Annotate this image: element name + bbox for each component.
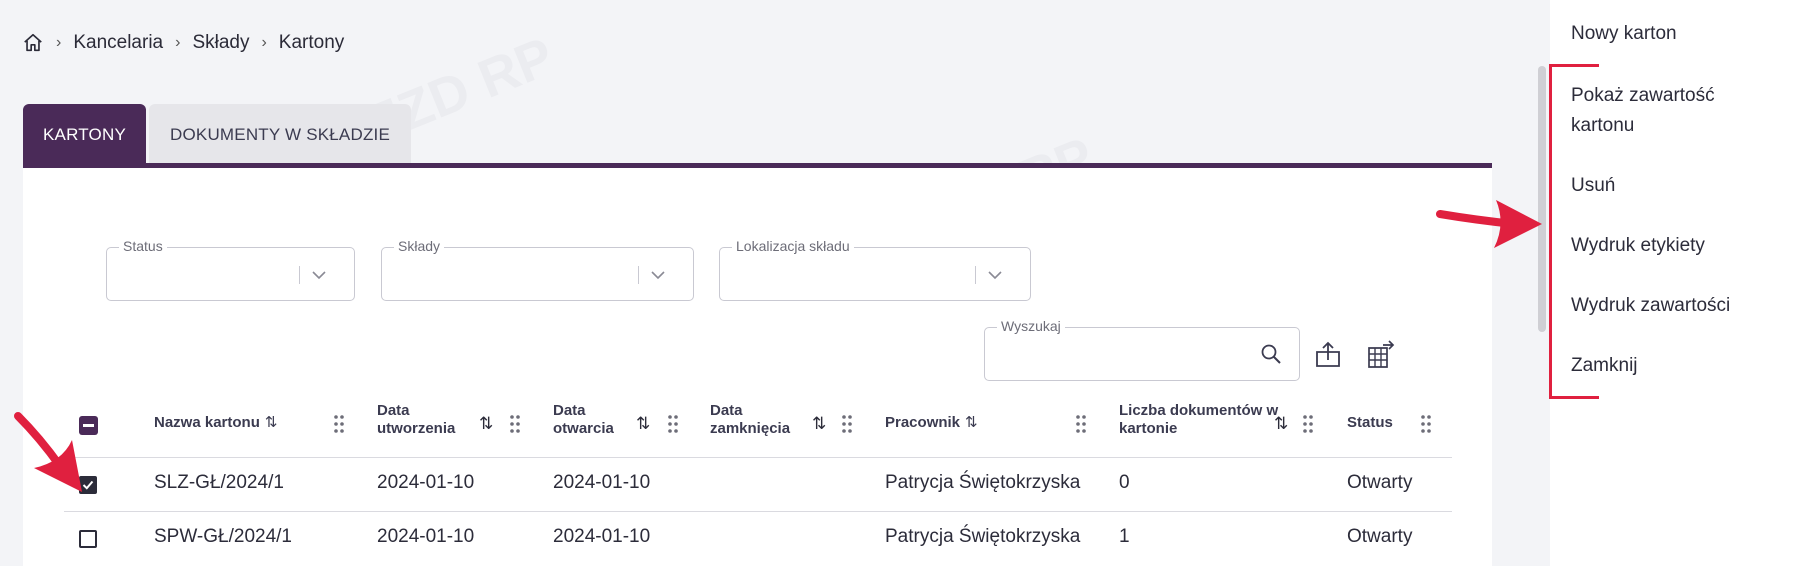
cell-liczba-dokumentow: 1: [1119, 526, 1130, 547]
cell-data-utworzenia: 2024-01-10: [377, 526, 475, 547]
column-header-nazwa-kartonu[interactable]: Nazwa kartonu ⇅: [154, 414, 304, 432]
breadcrumb-item-sklady[interactable]: Składy: [192, 32, 249, 54]
cell-status: Otwarty: [1347, 472, 1413, 493]
home-icon[interactable]: [22, 32, 44, 54]
sort-icon[interactable]: ⇅: [636, 414, 650, 434]
select-divider: [638, 266, 639, 284]
column-header-label: Data utworzenia: [377, 402, 456, 437]
chevron-down-icon[interactable]: [987, 267, 1003, 283]
breadcrumb: › Kancelaria › Składy › Kartony: [22, 28, 344, 58]
column-header-label: Data zamknięcia: [710, 402, 791, 437]
select-divider: [299, 266, 300, 284]
search-field[interactable]: Wyszukaj: [984, 318, 1300, 381]
cell-data-utworzenia: 2024-01-10: [377, 472, 475, 493]
drag-handle-icon[interactable]: [1302, 414, 1314, 434]
column-header-label: Data otwarcia: [553, 402, 614, 437]
column-header-label: Nazwa kartonu: [154, 414, 260, 431]
status-select[interactable]: Status: [106, 238, 355, 301]
row-divider: [64, 511, 1452, 512]
column-header-data-utworzenia[interactable]: Data utworzenia: [377, 402, 477, 438]
search-icon[interactable]: [1259, 342, 1283, 366]
sort-icon[interactable]: ⇅: [965, 414, 978, 431]
menu-item-pokaz-zawartosc[interactable]: Pokaż zawartość kartonu: [1571, 81, 1771, 141]
annotation-arrow-icon: [1436, 200, 1542, 248]
cell-pracownik: Patrycja Świętokrzyska: [885, 472, 1081, 493]
table-header-divider: [64, 457, 1452, 458]
column-header-status[interactable]: Status: [1347, 414, 1427, 432]
column-header-label: Liczba dokumentów w kartonie: [1119, 402, 1279, 437]
drag-handle-icon[interactable]: [1420, 414, 1432, 434]
drag-handle-icon[interactable]: [509, 414, 521, 434]
lokalizacja-skladu-select[interactable]: Lokalizacja składu: [719, 238, 1031, 301]
breadcrumb-separator: ›: [261, 34, 267, 51]
drag-handle-icon[interactable]: [1075, 414, 1087, 434]
cell-data-otwarcia: 2024-01-10: [553, 472, 651, 493]
menu-item-nowy-karton[interactable]: Nowy karton: [1571, 19, 1677, 49]
breadcrumb-separator: ›: [56, 34, 62, 51]
column-header-label: Status: [1347, 414, 1393, 431]
sort-icon[interactable]: ⇅: [479, 414, 493, 434]
row-checkbox[interactable]: [79, 530, 97, 548]
sklady-select[interactable]: Składy: [381, 238, 694, 301]
select-divider: [975, 266, 976, 284]
cell-liczba-dokumentow: 0: [1119, 472, 1130, 493]
drag-handle-icon[interactable]: [667, 414, 679, 434]
table-export-icon[interactable]: [1366, 340, 1396, 370]
column-header-label: Pracownik: [885, 414, 961, 431]
cell-nazwa[interactable]: SLZ-GŁ/2024/1: [154, 472, 284, 494]
export-icon[interactable]: [1313, 340, 1343, 370]
column-header-data-otwarcia[interactable]: Data otwarcia: [553, 402, 633, 438]
drag-handle-icon[interactable]: [841, 414, 853, 434]
cell-data-otwarcia: 2024-01-10: [553, 526, 651, 547]
annotation-arrow-icon: [14, 412, 82, 492]
sort-icon[interactable]: ⇅: [1274, 414, 1288, 434]
status-label: Status: [119, 238, 167, 254]
drag-handle-icon[interactable]: [333, 414, 345, 434]
breadcrumb-separator: ›: [175, 34, 181, 51]
chevron-down-icon[interactable]: [311, 267, 327, 283]
sklady-label: Składy: [394, 238, 445, 254]
annotation-bracket: [1549, 64, 1599, 399]
cell-status: Otwarty: [1347, 526, 1413, 547]
tab-dokumenty-w-skladzie[interactable]: DOKUMENTY W SKŁADZIE: [149, 104, 411, 166]
chevron-down-icon[interactable]: [650, 267, 666, 283]
search-label: Wyszukaj: [997, 318, 1065, 334]
column-header-data-zamkniecia[interactable]: Data zamknięcia: [710, 402, 810, 438]
breadcrumb-item-kancelaria[interactable]: Kancelaria: [73, 32, 163, 54]
column-header-liczba-dokumentow[interactable]: Liczba dokumentów w kartonie: [1119, 402, 1279, 438]
lokalizacja-skladu-label: Lokalizacja składu: [732, 238, 854, 254]
sort-icon[interactable]: ⇅: [265, 414, 278, 431]
breadcrumb-item-kartony: Kartony: [278, 32, 345, 53]
cell-nazwa[interactable]: SPW-GŁ/2024/1: [154, 526, 292, 548]
sort-icon[interactable]: ⇅: [812, 414, 826, 434]
tab-kartony[interactable]: KARTONY: [23, 104, 146, 166]
cell-pracownik: Patrycja Świętokrzyska: [885, 526, 1081, 547]
column-header-pracownik[interactable]: Pracownik ⇅: [885, 414, 1015, 432]
